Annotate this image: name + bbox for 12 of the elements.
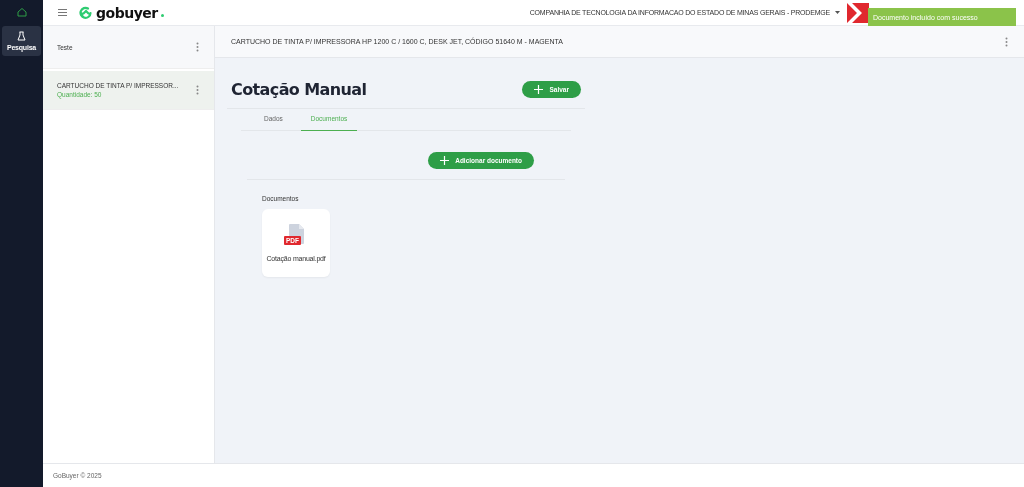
more-icon[interactable] — [196, 85, 199, 95]
logo-icon — [79, 5, 93, 20]
home-icon — [16, 7, 27, 17]
page-heading: Cotação Manual — [231, 80, 367, 99]
flask-icon — [17, 31, 26, 41]
caret-icon — [835, 11, 840, 14]
more-icon[interactable] — [1005, 36, 1008, 47]
menu-icon[interactable] — [58, 9, 67, 16]
logo-text: gobuyer — [96, 4, 158, 21]
more-icon[interactable] — [196, 42, 199, 52]
plus-icon — [534, 85, 544, 94]
plus-icon — [440, 156, 450, 165]
